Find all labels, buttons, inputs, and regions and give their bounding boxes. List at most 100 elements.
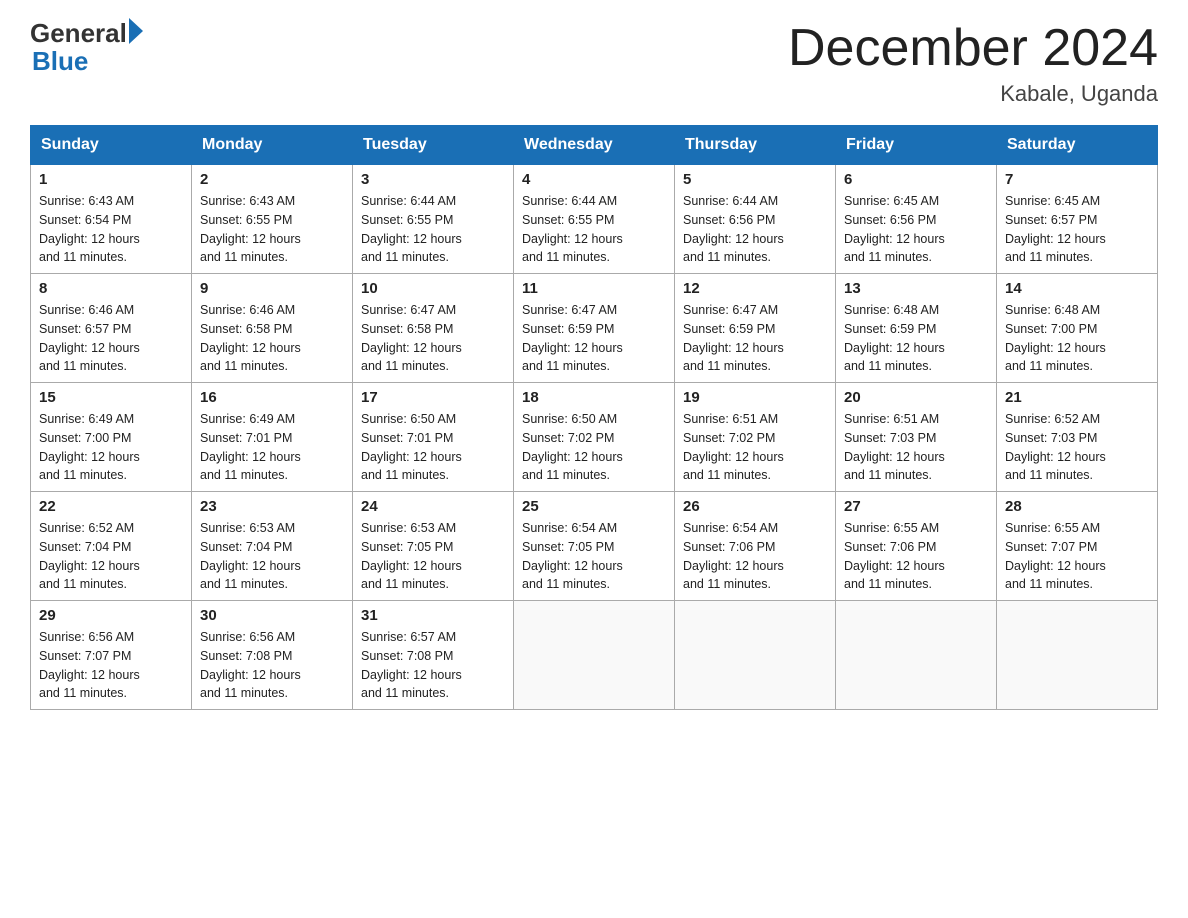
day-cell-3: 3 Sunrise: 6:44 AMSunset: 6:55 PMDaylight… — [353, 165, 514, 274]
day-number: 18 — [522, 389, 666, 406]
day-cell-5: 5Sunrise: 6:44 AMSunset: 6:56 PMDaylight… — [675, 165, 836, 274]
day-info: Sunrise: 6:43 AMSunset: 6:54 PMDaylight:… — [39, 192, 183, 267]
day-number: 12 — [683, 280, 827, 297]
empty-cell — [997, 601, 1158, 710]
day-number: 3 — [361, 171, 505, 188]
logo: General Blue — [30, 20, 143, 77]
day-number: 5 — [683, 171, 827, 188]
day-number: 6 — [844, 171, 988, 188]
col-header-monday: Monday — [192, 126, 353, 165]
day-info: Sunrise: 6:48 AMSunset: 7:00 PMDaylight:… — [1005, 301, 1149, 376]
day-number: 15 — [39, 389, 183, 406]
day-cell-4: 4Sunrise: 6:44 AMSunset: 6:55 PMDaylight… — [514, 165, 675, 274]
day-cell-1: 1Sunrise: 6:43 AMSunset: 6:54 PMDaylight… — [31, 165, 192, 274]
week-row-3: 15 Sunrise: 6:49 AMSunset: 7:00 PMDayligh… — [31, 383, 1158, 492]
day-number: 13 — [844, 280, 988, 297]
day-cell-2: 2 Sunrise: 6:43 AMSunset: 6:55 PMDaylight… — [192, 165, 353, 274]
week-row-2: 8 Sunrise: 6:46 AMSunset: 6:57 PMDaylight… — [31, 274, 1158, 383]
day-info: Sunrise: 6:45 AMSunset: 6:57 PMDaylight:… — [1005, 192, 1149, 267]
day-info: Sunrise: 6:43 AMSunset: 6:55 PMDaylight:… — [200, 192, 344, 267]
day-info: Sunrise: 6:54 AMSunset: 7:06 PMDaylight:… — [683, 519, 827, 594]
day-cell-30: 30 Sunrise: 6:56 AMSunset: 7:08 PMDayligh… — [192, 601, 353, 710]
day-info: Sunrise: 6:53 AMSunset: 7:04 PMDaylight:… — [200, 519, 344, 594]
day-number: 11 — [522, 280, 666, 297]
day-info: Sunrise: 6:56 AMSunset: 7:07 PMDaylight:… — [39, 628, 183, 703]
day-number: 7 — [1005, 171, 1149, 188]
day-info: Sunrise: 6:55 AMSunset: 7:07 PMDaylight:… — [1005, 519, 1149, 594]
day-number: 25 — [522, 498, 666, 515]
day-cell-12: 12Sunrise: 6:47 AMSunset: 6:59 PMDayligh… — [675, 274, 836, 383]
day-cell-21: 21 Sunrise: 6:52 AMSunset: 7:03 PMDayligh… — [997, 383, 1158, 492]
day-number: 24 — [361, 498, 505, 515]
day-info: Sunrise: 6:47 AMSunset: 6:58 PMDaylight:… — [361, 301, 505, 376]
day-info: Sunrise: 6:46 AMSunset: 6:58 PMDaylight:… — [200, 301, 344, 376]
day-number: 21 — [1005, 389, 1149, 406]
col-header-sunday: Sunday — [31, 126, 192, 165]
day-info: Sunrise: 6:46 AMSunset: 6:57 PMDaylight:… — [39, 301, 183, 376]
day-info: Sunrise: 6:49 AMSunset: 7:01 PMDaylight:… — [200, 410, 344, 485]
day-info: Sunrise: 6:44 AMSunset: 6:55 PMDaylight:… — [361, 192, 505, 267]
day-number: 22 — [39, 498, 183, 515]
day-info: Sunrise: 6:55 AMSunset: 7:06 PMDaylight:… — [844, 519, 988, 594]
day-number: 20 — [844, 389, 988, 406]
day-cell-11: 11 Sunrise: 6:47 AMSunset: 6:59 PMDayligh… — [514, 274, 675, 383]
day-info: Sunrise: 6:47 AMSunset: 6:59 PMDaylight:… — [522, 301, 666, 376]
day-info: Sunrise: 6:49 AMSunset: 7:00 PMDaylight:… — [39, 410, 183, 485]
day-number: 31 — [361, 607, 505, 624]
logo-arrow-icon — [129, 18, 143, 44]
page-header: General Blue December 2024 Kabale, Ugand… — [30, 20, 1158, 107]
day-info: Sunrise: 6:50 AMSunset: 7:02 PMDaylight:… — [522, 410, 666, 485]
location-text: Kabale, Uganda — [788, 81, 1158, 107]
day-cell-28: 28Sunrise: 6:55 AMSunset: 7:07 PMDayligh… — [997, 492, 1158, 601]
empty-cell — [514, 601, 675, 710]
day-cell-25: 25 Sunrise: 6:54 AMSunset: 7:05 PMDayligh… — [514, 492, 675, 601]
day-cell-15: 15 Sunrise: 6:49 AMSunset: 7:00 PMDayligh… — [31, 383, 192, 492]
empty-cell — [836, 601, 997, 710]
day-cell-29: 29 Sunrise: 6:56 AMSunset: 7:07 PMDayligh… — [31, 601, 192, 710]
day-number: 10 — [361, 280, 505, 297]
day-info: Sunrise: 6:53 AMSunset: 7:05 PMDaylight:… — [361, 519, 505, 594]
week-row-5: 29 Sunrise: 6:56 AMSunset: 7:07 PMDayligh… — [31, 601, 1158, 710]
col-header-tuesday: Tuesday — [353, 126, 514, 165]
day-cell-7: 7 Sunrise: 6:45 AMSunset: 6:57 PMDaylight… — [997, 165, 1158, 274]
week-row-4: 22Sunrise: 6:52 AMSunset: 7:04 PMDayligh… — [31, 492, 1158, 601]
day-number: 14 — [1005, 280, 1149, 297]
title-block: December 2024 Kabale, Uganda — [788, 20, 1158, 107]
day-number: 30 — [200, 607, 344, 624]
day-cell-10: 10 Sunrise: 6:47 AMSunset: 6:58 PMDayligh… — [353, 274, 514, 383]
day-number: 9 — [200, 280, 344, 297]
week-row-1: 1Sunrise: 6:43 AMSunset: 6:54 PMDaylight… — [31, 165, 1158, 274]
day-info: Sunrise: 6:57 AMSunset: 7:08 PMDaylight:… — [361, 628, 505, 703]
day-number: 8 — [39, 280, 183, 297]
header-row: SundayMondayTuesdayWednesdayThursdayFrid… — [31, 126, 1158, 165]
day-info: Sunrise: 6:51 AMSunset: 7:02 PMDaylight:… — [683, 410, 827, 485]
day-cell-13: 13Sunrise: 6:48 AMSunset: 6:59 PMDayligh… — [836, 274, 997, 383]
day-cell-18: 18 Sunrise: 6:50 AMSunset: 7:02 PMDayligh… — [514, 383, 675, 492]
day-cell-31: 31 Sunrise: 6:57 AMSunset: 7:08 PMDayligh… — [353, 601, 514, 710]
day-info: Sunrise: 6:44 AMSunset: 6:55 PMDaylight:… — [522, 192, 666, 267]
day-cell-17: 17Sunrise: 6:50 AMSunset: 7:01 PMDayligh… — [353, 383, 514, 492]
day-number: 29 — [39, 607, 183, 624]
col-header-friday: Friday — [836, 126, 997, 165]
day-number: 2 — [200, 171, 344, 188]
day-number: 19 — [683, 389, 827, 406]
day-number: 27 — [844, 498, 988, 515]
day-info: Sunrise: 6:45 AMSunset: 6:56 PMDaylight:… — [844, 192, 988, 267]
col-header-thursday: Thursday — [675, 126, 836, 165]
logo-blue-text: Blue — [32, 46, 88, 76]
day-cell-20: 20Sunrise: 6:51 AMSunset: 7:03 PMDayligh… — [836, 383, 997, 492]
month-title: December 2024 — [788, 20, 1158, 77]
day-info: Sunrise: 6:56 AMSunset: 7:08 PMDaylight:… — [200, 628, 344, 703]
day-cell-16: 16Sunrise: 6:49 AMSunset: 7:01 PMDayligh… — [192, 383, 353, 492]
day-number: 23 — [200, 498, 344, 515]
day-info: Sunrise: 6:52 AMSunset: 7:03 PMDaylight:… — [1005, 410, 1149, 485]
day-cell-24: 24 Sunrise: 6:53 AMSunset: 7:05 PMDayligh… — [353, 492, 514, 601]
day-info: Sunrise: 6:54 AMSunset: 7:05 PMDaylight:… — [522, 519, 666, 594]
col-header-saturday: Saturday — [997, 126, 1158, 165]
day-cell-8: 8 Sunrise: 6:46 AMSunset: 6:57 PMDaylight… — [31, 274, 192, 383]
day-number: 26 — [683, 498, 827, 515]
day-cell-14: 14 Sunrise: 6:48 AMSunset: 7:00 PMDayligh… — [997, 274, 1158, 383]
day-cell-6: 6 Sunrise: 6:45 AMSunset: 6:56 PMDaylight… — [836, 165, 997, 274]
day-cell-19: 19 Sunrise: 6:51 AMSunset: 7:02 PMDayligh… — [675, 383, 836, 492]
day-cell-22: 22Sunrise: 6:52 AMSunset: 7:04 PMDayligh… — [31, 492, 192, 601]
